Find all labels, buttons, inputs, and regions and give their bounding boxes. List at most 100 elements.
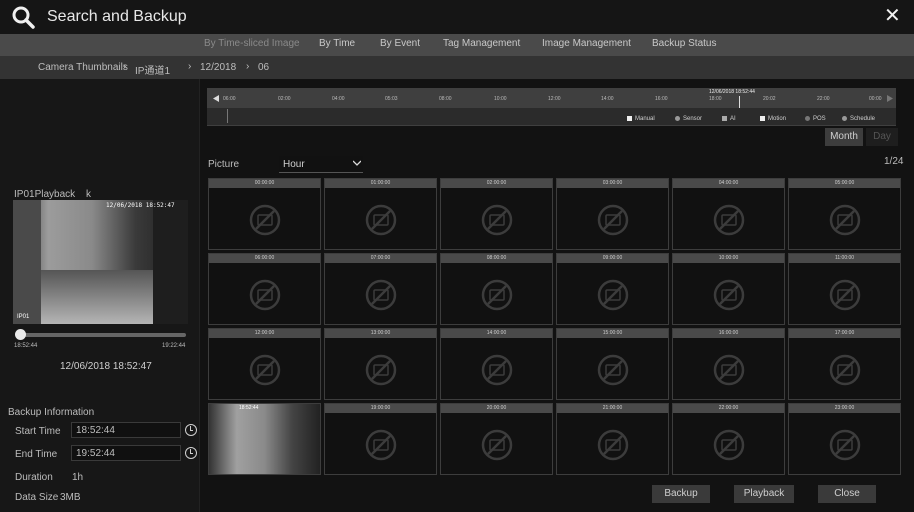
duration-value: 1h: [72, 472, 84, 483]
thumbnail[interactable]: 04:00:00: [672, 178, 785, 250]
thumbnail[interactable]: 22:00:00: [672, 403, 785, 475]
thumbnail-time: 14:00:00: [441, 329, 552, 338]
thumbnail[interactable]: 15:00:00: [556, 328, 669, 400]
no-image-icon: [249, 204, 281, 236]
thumbnail[interactable]: 05:00:00: [788, 178, 901, 250]
thumbnail[interactable]: 08:00:00: [440, 253, 553, 325]
thumbnail[interactable]: 09:00:00: [556, 253, 669, 325]
month-button[interactable]: Month: [825, 128, 863, 146]
thumbnail[interactable]: 14:00:00: [440, 328, 553, 400]
thumbnail[interactable]: 20:00:00: [440, 403, 553, 475]
thumbnail-time: 06:00:00: [209, 254, 320, 263]
thumbnail[interactable]: 01:00:00: [324, 178, 437, 250]
thumbnail-time: 01:00:00: [325, 179, 436, 188]
day-button[interactable]: Day: [866, 128, 898, 146]
legend-manual: Manual: [627, 116, 655, 122]
timeline[interactable]: 06:00 02:00 04:00 05:03 08:00 10:00 12:0…: [207, 88, 896, 126]
tab-image-management[interactable]: Image Management: [542, 38, 631, 49]
chevron-left-icon[interactable]: [213, 95, 219, 102]
current-time: 12/06/2018 18:52:47: [60, 361, 152, 372]
thumbnail-time: 19:00:00: [325, 404, 436, 413]
timeline-tick: 02:00: [278, 96, 291, 102]
breadcrumb-day[interactable]: 06: [258, 62, 269, 73]
thumbnail[interactable]: 17:00:00: [788, 328, 901, 400]
no-image-icon: [829, 354, 861, 386]
thumbnail[interactable]: 02:00:00: [440, 178, 553, 250]
clock-icon[interactable]: [185, 424, 197, 436]
tab-by-time-sliced-image[interactable]: By Time-sliced Image: [204, 38, 300, 49]
no-image-icon: [829, 204, 861, 236]
page-counter: 1/24: [884, 156, 904, 167]
thumbnail-time: 04:00:00: [673, 179, 784, 188]
no-image-icon: [249, 354, 281, 386]
no-image-icon: [713, 204, 745, 236]
start-time-label: Start Time: [15, 426, 61, 437]
left-panel: IP01Playback k 12/06/2018 18:52:47 IP01 …: [0, 79, 200, 512]
clock-icon[interactable]: [185, 447, 197, 459]
thumbnail[interactable]: 07:00:00: [324, 253, 437, 325]
playback-button[interactable]: Playback: [734, 485, 794, 503]
legend-motion-label: Motion: [768, 116, 787, 123]
tab-by-event[interactable]: By Event: [380, 38, 420, 49]
close-button[interactable]: Close: [818, 485, 876, 503]
thumbnail[interactable]: 11:00:00: [788, 253, 901, 325]
no-image-icon: [365, 429, 397, 461]
thumbnail[interactable]: 13:00:00: [324, 328, 437, 400]
playback-preview[interactable]: 12/06/2018 18:52:47 IP01: [13, 200, 188, 324]
legend-pos-label: POS: [813, 116, 826, 123]
legend-schedule: Schedule: [842, 116, 875, 122]
backup-info-heading: Backup Information: [8, 407, 95, 418]
thumbnail[interactable]: 00:00:00: [208, 178, 321, 250]
chevron-right-icon[interactable]: [887, 95, 893, 102]
no-image-icon: [713, 354, 745, 386]
legend-sensor: Sensor: [675, 116, 702, 122]
timeline-track[interactable]: [207, 108, 896, 125]
tab-tag-management[interactable]: Tag Management: [443, 38, 520, 49]
no-image-icon: [481, 204, 513, 236]
thumbnail[interactable]: 19:00:00: [324, 403, 437, 475]
no-image-icon: [597, 429, 629, 461]
search-icon: [12, 6, 35, 29]
playback-slider[interactable]: [18, 333, 186, 337]
start-time-field[interactable]: 18:52:44: [71, 422, 181, 438]
legend-motion: Motion: [760, 116, 786, 122]
slider-handle[interactable]: [15, 329, 26, 340]
timeline-tick: 20:02: [763, 96, 776, 102]
thumbnail-time: 02:00:00: [441, 179, 552, 188]
thumbnail[interactable]: 06:00:00: [208, 253, 321, 325]
thumbnail[interactable]: 16:00:00: [672, 328, 785, 400]
timeline-tick: 10:00: [494, 96, 507, 102]
thumbnail-time: 20:00:00: [441, 404, 552, 413]
thumbnail-time: 13:00:00: [325, 329, 436, 338]
thumbnail[interactable]: 10:00:00: [672, 253, 785, 325]
thumbnail[interactable]: 21:00:00: [556, 403, 669, 475]
timeline-tick: 08:00: [439, 96, 452, 102]
no-image-icon: [829, 279, 861, 311]
thumbnail[interactable]: 12:00:00: [208, 328, 321, 400]
thumbnail-time: 00:00:00: [209, 179, 320, 188]
interval-select[interactable]: Hour: [279, 156, 363, 173]
no-image-icon: [365, 279, 397, 311]
title-bar: Search and Backup ✕: [0, 0, 914, 34]
thumbnail-time: 03:00:00: [557, 179, 668, 188]
tab-by-time[interactable]: By Time: [319, 38, 355, 49]
thumbnail-time: 18:52:44: [239, 405, 259, 411]
breadcrumb-month[interactable]: 12/2018: [200, 62, 236, 73]
tab-backup-status[interactable]: Backup Status: [652, 38, 716, 49]
legend-schedule-label: Schedule: [850, 116, 876, 123]
no-image-icon: [365, 204, 397, 236]
preview-overlay-camera: IP01: [17, 314, 30, 320]
thumbnail[interactable]: 18:52:44: [208, 403, 321, 475]
close-icon[interactable]: ✕: [884, 6, 901, 26]
end-time-field[interactable]: 19:52:44: [71, 445, 181, 461]
breadcrumb-camera-thumbnails[interactable]: Camera Thumbnails: [38, 62, 128, 73]
preview-overlay-time: 12/06/2018 18:52:47: [106, 202, 175, 209]
end-time-label: End Time: [15, 449, 58, 460]
timeline-tick: 22:00: [817, 96, 830, 102]
duration-label: Duration: [15, 472, 53, 483]
legend-sensor-label: Sensor: [683, 116, 703, 123]
backup-button[interactable]: Backup: [652, 485, 710, 503]
breadcrumb-camera[interactable]: IP通道1: [135, 62, 170, 77]
thumbnail[interactable]: 03:00:00: [556, 178, 669, 250]
thumbnail[interactable]: 23:00:00: [788, 403, 901, 475]
